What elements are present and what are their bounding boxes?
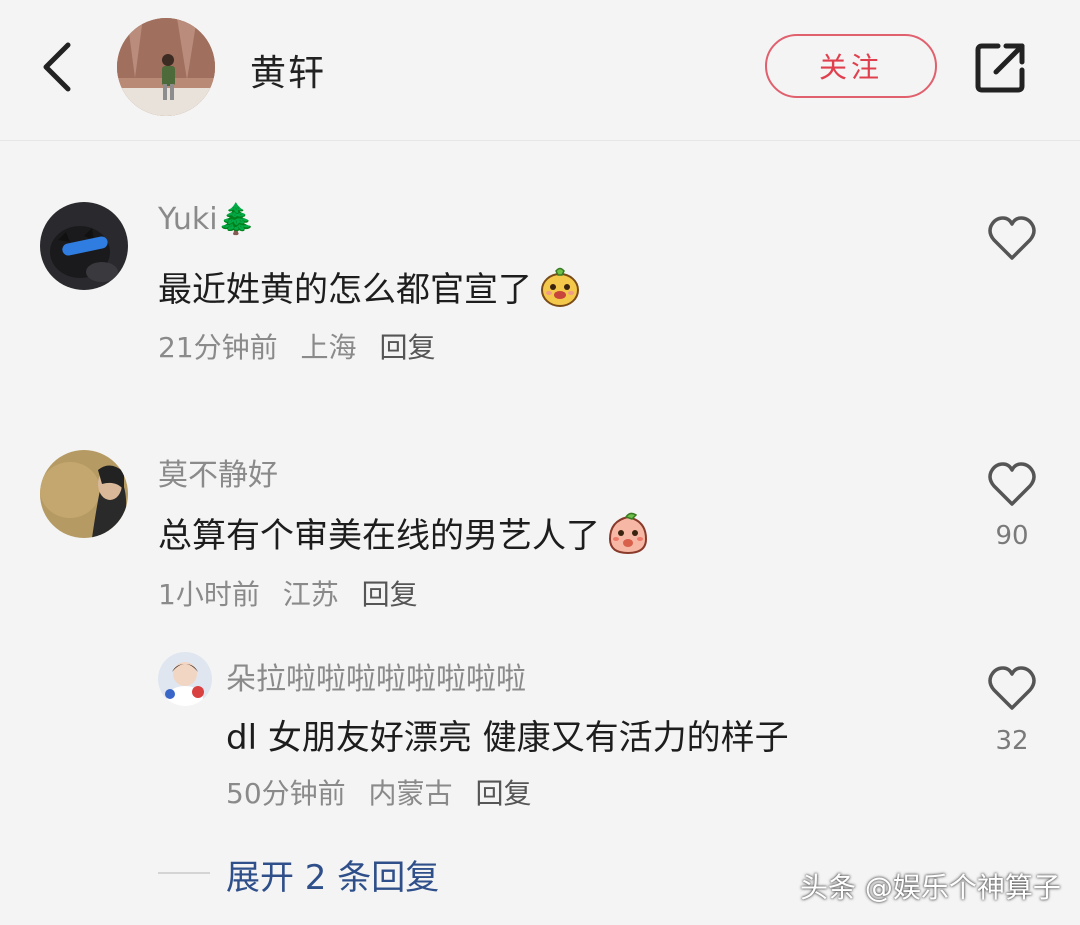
comment-location: 江苏 [282,578,339,611]
heart-icon [988,462,1036,506]
like-button[interactable] [986,458,1038,510]
comment-body: 总算有个审美在线的男艺人了 [158,516,600,556]
comment-username[interactable]: Yuki🌲 [158,202,255,237]
reply-avatar[interactable] [158,652,212,706]
comment-text: 总算有个审美在线的男艺人了 [158,508,650,557]
top-bar: 黄轩 关注 [0,0,1080,135]
comment-location: 上海 [300,331,357,364]
header-divider [0,140,1080,141]
comment-time: 1小时前 [158,578,260,611]
comment-text: 最近姓黄的怎么都官宣了 [158,262,582,311]
watermark: 头条 @娱乐个神算子 [800,871,1061,904]
like-count: 32 [995,726,1029,756]
comment-meta: 1小时前 江苏 回复 [158,573,432,613]
back-button[interactable] [30,35,86,99]
commenter-avatar[interactable] [40,202,128,290]
like-count: 90 [995,521,1029,551]
commenter-avatar[interactable] [40,450,128,538]
avatar-image [117,18,215,116]
expand-replies-link[interactable]: 展开 2 条回复 [226,850,439,899]
reply-meta: 50分钟前 内蒙古 回复 [226,772,545,812]
page-title: 黄轩 [250,53,327,94]
share-button[interactable] [972,40,1028,96]
peach-blush-emoji [606,511,650,555]
comment-username[interactable]: 莫不静好 [158,450,278,494]
follow-button[interactable]: 关注 [765,34,937,98]
comment-meta: 21分钟前 上海 回复 [158,326,449,366]
reply-button[interactable]: 回复 [475,777,531,810]
reply-body: dl 女朋友好漂亮 健康又有活力的样子 [226,718,789,758]
profile-avatar[interactable] [117,18,215,116]
avatar-image [40,202,128,290]
reply-time: 50分钟前 [226,777,346,810]
heart-icon [988,216,1036,260]
dog-face-emoji [538,265,582,309]
comment-body: 最近姓黄的怎么都官宣了 [158,270,532,310]
avatar-image [40,450,128,538]
reply-button[interactable]: 回复 [362,578,418,611]
reply-location: 内蒙古 [368,777,453,810]
reply-button[interactable]: 回复 [379,331,435,364]
avatar-image [158,652,212,706]
like-button[interactable] [986,662,1038,714]
heart-icon [988,666,1036,710]
chevron-left-icon [43,42,71,92]
like-button[interactable] [986,212,1038,264]
reply-username[interactable]: 朵拉啦啦啦啦啦啦啦啦 [226,654,526,698]
reply-text: dl 女朋友好漂亮 健康又有活力的样子 [226,710,789,759]
comment-time: 21分钟前 [158,331,278,364]
share-icon [975,43,1025,93]
expand-divider [158,872,210,874]
